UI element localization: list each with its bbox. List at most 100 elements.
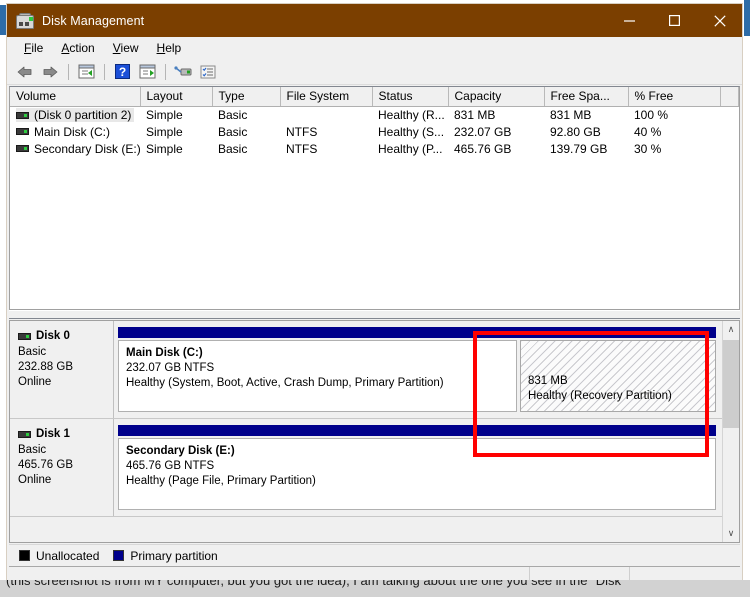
forward-arrow-icon[interactable] — [38, 61, 62, 83]
volume-list-pane[interactable]: Volume Layout Type File System Status Ca… — [9, 86, 740, 310]
partition-main-disk-c[interactable]: Main Disk (C:) 232.07 GB NTFS Healthy (S… — [118, 340, 517, 412]
legend-swatch-unallocated — [19, 550, 30, 561]
cell-filler — [720, 140, 739, 157]
toolbar: ? — [7, 59, 742, 85]
column-header-status[interactable]: Status — [372, 87, 449, 107]
column-header-file-system[interactable]: File System — [280, 87, 373, 107]
table-row[interactable]: (Disk 0 partition 2) Simple Basic Health… — [10, 106, 739, 123]
partition-status: Healthy (Recovery Partition) — [528, 390, 672, 402]
scrollbar-thumb[interactable] — [723, 340, 739, 428]
maximize-button[interactable] — [652, 4, 697, 37]
table-row[interactable]: Main Disk (C:) Simple Basic NTFS Healthy… — [10, 123, 739, 140]
cell-volume: (Disk 0 partition 2) — [10, 106, 140, 123]
column-header-free-space[interactable]: Free Spa... — [544, 87, 629, 107]
disk-0-size: 232.88 GB — [18, 361, 73, 373]
disk-1-type: Basic — [18, 444, 47, 456]
cell-status: Healthy (R... — [378, 107, 445, 122]
scroll-down-arrow-icon[interactable]: ∨ — [723, 525, 739, 542]
table-row[interactable]: Secondary Disk (E:) Simple Basic NTFS He… — [10, 140, 739, 157]
cell-free-space: 139.79 GB — [550, 141, 608, 156]
partition-secondary-disk-e[interactable]: Secondary Disk (E:) 465.76 GB NTFS Healt… — [118, 438, 716, 510]
legend-label-primary-partition: Primary partition — [130, 548, 218, 563]
column-header-volume[interactable]: Volume — [10, 87, 141, 107]
disk-management-icon — [16, 12, 34, 29]
cell-free-space: 92.80 GB — [550, 124, 601, 139]
column-header-type[interactable]: Type — [212, 87, 281, 107]
cell-free-space: 831 MB — [550, 107, 592, 122]
properties-icon[interactable] — [196, 61, 220, 83]
cell-percent-free: 40 % — [634, 124, 662, 139]
cell-filler — [720, 106, 739, 123]
menu-help[interactable]: Help — [148, 39, 191, 58]
disk-row-0[interactable]: Disk 0 Basic 232.88 GB Online Main Disk … — [10, 321, 722, 419]
page-root: Disk Management File Action View Help ? … — [0, 0, 750, 597]
volume-icon — [16, 111, 29, 119]
graphical-view-pane: Disk 0 Basic 232.88 GB Online Main Disk … — [9, 320, 740, 543]
partition-recovery[interactable]: 831 MB Healthy (Recovery Partition) — [520, 340, 716, 412]
menu-file[interactable]: File — [15, 39, 52, 58]
cell-filler — [720, 123, 739, 140]
scrollbar-track[interactable] — [723, 338, 739, 525]
toolbar-separator — [104, 63, 105, 80]
show-hide-console-tree-icon[interactable] — [74, 61, 98, 83]
disk-row-1[interactable]: Disk 1 Basic 465.76 GB Online Secondary … — [10, 419, 722, 517]
disk-1-info[interactable]: Disk 1 Basic 465.76 GB Online — [10, 419, 114, 516]
disk-0-type: Basic — [18, 346, 47, 358]
toolbar-separator — [165, 63, 166, 80]
cell-volume-label: Secondary Disk (E:) — [34, 141, 140, 156]
partition-status: Healthy (System, Boot, Active, Crash Dum… — [126, 377, 444, 389]
graphical-view-scrollbar[interactable]: ∧ ∨ — [722, 321, 739, 542]
disk-0-partition-color-bar — [118, 327, 716, 338]
column-header-percent-free[interactable]: % Free — [628, 87, 721, 107]
close-button[interactable] — [697, 4, 742, 37]
footer-text: (this screenshot is from MY computer, bu… — [6, 580, 621, 588]
partition-size: 232.07 GB NTFS — [126, 362, 215, 374]
disk-0-name-row: Disk 0 — [18, 329, 113, 344]
menu-action[interactable]: Action — [52, 39, 103, 58]
partition-size: 465.76 GB NTFS — [126, 460, 215, 472]
partition-status: Healthy (Page File, Primary Partition) — [126, 475, 316, 487]
svg-text:?: ? — [118, 65, 125, 79]
disk-1-name: Disk 1 — [36, 428, 70, 440]
disk-0-status: Online — [18, 376, 52, 388]
disk-0-info[interactable]: Disk 0 Basic 232.88 GB Online — [10, 321, 114, 418]
volume-table-header-row: Volume Layout Type File System Status Ca… — [10, 87, 739, 107]
cell-type: Basic — [218, 107, 248, 122]
help-icon[interactable]: ? — [110, 61, 134, 83]
column-header-layout[interactable]: Layout — [140, 87, 213, 107]
window-title: Disk Management — [42, 13, 145, 28]
disk-0-bars: Main Disk (C:) 232.07 GB NTFS Healthy (S… — [114, 321, 722, 418]
cell-volume-label: (Disk 0 partition 2) — [34, 107, 132, 122]
cell-volume: Main Disk (C:) — [10, 123, 140, 140]
cell-layout: Simple — [146, 124, 183, 139]
pane-splitter[interactable] — [9, 310, 740, 319]
cell-capacity: 465.76 GB — [454, 141, 512, 156]
minimize-button[interactable] — [607, 4, 652, 37]
scroll-up-arrow-icon[interactable]: ∧ — [723, 321, 739, 338]
disk-1-size: 465.76 GB — [18, 459, 73, 471]
cell-type: Basic — [218, 124, 248, 139]
cell-status: Healthy (S... — [378, 124, 445, 139]
cell-type: Basic — [218, 141, 248, 156]
rescan-disks-icon[interactable] — [171, 61, 195, 83]
cell-file-system: NTFS — [286, 141, 318, 156]
toolbar-separator — [68, 63, 69, 80]
cell-file-system: NTFS — [286, 124, 318, 139]
disk-1-partitions: Secondary Disk (E:) 465.76 GB NTFS Healt… — [118, 438, 716, 510]
legend-bar: Unallocated Primary partition — [9, 544, 740, 566]
legend-swatch-primary-partition — [113, 550, 125, 561]
cell-volume: Secondary Disk (E:) — [10, 140, 140, 157]
column-header-capacity[interactable]: Capacity — [448, 87, 545, 107]
volume-table: Volume Layout Type File System Status Ca… — [10, 87, 739, 157]
cell-layout: Simple — [146, 141, 183, 156]
disk-1-bars: Secondary Disk (E:) 465.76 GB NTFS Healt… — [114, 419, 722, 516]
show-hide-action-pane-icon[interactable] — [135, 61, 159, 83]
volume-icon — [16, 145, 29, 153]
page-footer-clipped-text: (this screenshot is from MY computer, bu… — [0, 580, 750, 597]
cell-layout: Simple — [146, 107, 183, 122]
back-arrow-icon[interactable] — [13, 61, 37, 83]
graphical-view-scroll-area: Disk 0 Basic 232.88 GB Online Main Disk … — [10, 321, 722, 542]
partition-title: Secondary Disk (E:) — [126, 445, 235, 457]
menu-view[interactable]: View — [104, 39, 148, 58]
title-bar: Disk Management — [7, 4, 742, 37]
